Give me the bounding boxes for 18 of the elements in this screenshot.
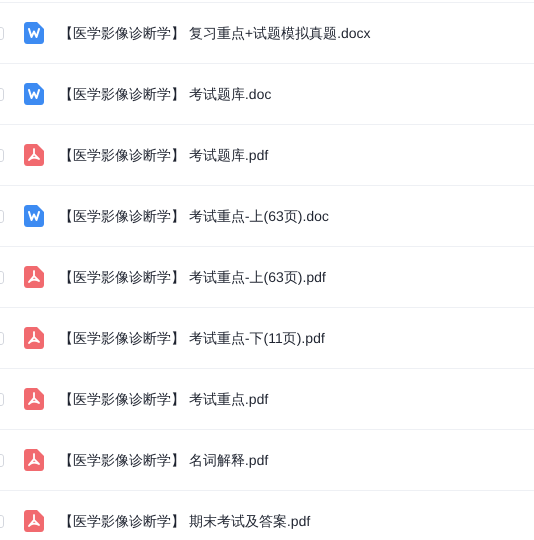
file-name[interactable]: 【医学影像诊断学】 名词解释.pdf: [59, 450, 268, 470]
pdf-document-icon: [24, 510, 44, 532]
file-name[interactable]: 【医学影像诊断学】 期末考试及答案.pdf: [59, 510, 310, 532]
file-name[interactable]: 【医学影像诊断学】 考试重点.pdf: [59, 388, 268, 410]
file-name[interactable]: 【医学影像诊断学】 考试重点-下(11页).pdf: [59, 328, 325, 348]
pdf-document-icon: [24, 144, 44, 166]
file-name[interactable]: 【医学影像诊断学】 复习重点+试题模拟真题.docx: [59, 22, 371, 44]
file-name[interactable]: 【医学影像诊断学】 考试题库.doc: [59, 84, 272, 104]
pdf-document-icon: [24, 266, 44, 288]
file-name[interactable]: 【医学影像诊断学】 考试题库.pdf: [59, 144, 268, 166]
file-name[interactable]: 【医学影像诊断学】 考试重点-上(63页).doc: [59, 206, 329, 226]
word-document-icon: [24, 22, 44, 44]
pdf-document-icon: [24, 388, 44, 410]
pdf-document-icon: [24, 449, 44, 471]
pdf-document-icon: [24, 327, 44, 349]
word-document-icon: [24, 83, 44, 105]
file-name[interactable]: 【医学影像诊断学】 考试重点-上(63页).pdf: [59, 266, 326, 288]
word-document-icon: [24, 205, 44, 227]
